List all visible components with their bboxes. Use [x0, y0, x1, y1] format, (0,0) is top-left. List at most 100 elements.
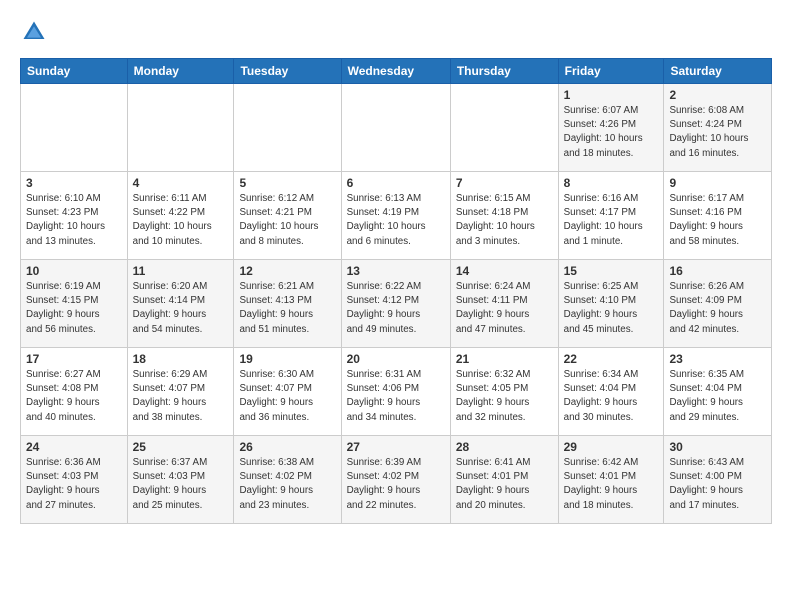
header-day-friday: Friday — [558, 59, 664, 84]
day-number: 17 — [26, 352, 122, 366]
week-row-5: 24 Sunrise: 6:36 AM Sunset: 4:03 PM Dayli… — [21, 436, 772, 524]
day-info: Sunrise: 6:27 AM Sunset: 4:08 PM Dayligh… — [26, 368, 122, 425]
calendar-cell: 20 Sunrise: 6:31 AM Sunset: 4:06 PM Dayli… — [341, 348, 450, 436]
day-number: 30 — [669, 440, 766, 454]
calendar-cell: 8 Sunrise: 6:16 AM Sunset: 4:17 PM Daylig… — [558, 172, 664, 260]
calendar-cell: 5 Sunrise: 6:12 AM Sunset: 4:21 PM Daylig… — [234, 172, 341, 260]
calendar-cell: 10Sunrise: 6:19 AM Sunset: 4:15 PM Dayli… — [21, 260, 128, 348]
day-number: 27 — [347, 440, 445, 454]
header-day-tuesday: Tuesday — [234, 59, 341, 84]
day-number: 28 — [456, 440, 553, 454]
calendar-cell: 23Sunrise: 6:35 AM Sunset: 4:04 PM Dayli… — [664, 348, 772, 436]
logo-icon — [20, 18, 48, 46]
day-number: 18 — [133, 352, 229, 366]
calendar-cell: 22 Sunrise: 6:34 AM Sunset: 4:04 PM Dayli… — [558, 348, 664, 436]
calendar-table: SundayMondayTuesdayWednesdayThursdayFrid… — [20, 58, 772, 524]
calendar-cell: 21 Sunrise: 6:32 AM Sunset: 4:05 PM Dayli… — [450, 348, 558, 436]
day-number: 21 — [456, 352, 553, 366]
day-number: 24 — [26, 440, 122, 454]
calendar-cell: 29Sunrise: 6:42 AM Sunset: 4:01 PM Dayli… — [558, 436, 664, 524]
day-info: Sunrise: 6:12 AM Sunset: 4:21 PM Dayligh… — [239, 192, 335, 249]
calendar-cell: 12Sunrise: 6:21 AM Sunset: 4:13 PM Dayli… — [234, 260, 341, 348]
calendar-cell: 1 Sunrise: 6:07 AM Sunset: 4:26 PM Daylig… — [558, 84, 664, 172]
calendar-cell: 28 Sunrise: 6:41 AM Sunset: 4:01 PM Dayli… — [450, 436, 558, 524]
day-number: 26 — [239, 440, 335, 454]
header-row: SundayMondayTuesdayWednesdayThursdayFrid… — [21, 59, 772, 84]
week-row-2: 3 Sunrise: 6:10 AM Sunset: 4:23 PM Daylig… — [21, 172, 772, 260]
day-number: 3 — [26, 176, 122, 190]
calendar-cell: 25 Sunrise: 6:37 AM Sunset: 4:03 PM Dayli… — [127, 436, 234, 524]
header-day-monday: Monday — [127, 59, 234, 84]
day-info: Sunrise: 6:16 AM Sunset: 4:17 PM Dayligh… — [564, 192, 659, 249]
day-info: Sunrise: 6:39 AM Sunset: 4:02 PM Dayligh… — [347, 456, 445, 513]
week-row-1: 1 Sunrise: 6:07 AM Sunset: 4:26 PM Daylig… — [21, 84, 772, 172]
day-info: Sunrise: 6:25 AM Sunset: 4:10 PM Dayligh… — [564, 280, 659, 337]
day-info: Sunrise: 6:13 AM Sunset: 4:19 PM Dayligh… — [347, 192, 445, 249]
day-number: 13 — [347, 264, 445, 278]
day-info: Sunrise: 6:29 AM Sunset: 4:07 PM Dayligh… — [133, 368, 229, 425]
day-number: 9 — [669, 176, 766, 190]
day-info: Sunrise: 6:31 AM Sunset: 4:06 PM Dayligh… — [347, 368, 445, 425]
calendar-cell: 4 Sunrise: 6:11 AM Sunset: 4:22 PM Daylig… — [127, 172, 234, 260]
day-number: 19 — [239, 352, 335, 366]
calendar-header: SundayMondayTuesdayWednesdayThursdayFrid… — [21, 59, 772, 84]
day-info: Sunrise: 6:10 AM Sunset: 4:23 PM Dayligh… — [26, 192, 122, 249]
day-number: 1 — [564, 88, 659, 102]
day-info: Sunrise: 6:20 AM Sunset: 4:14 PM Dayligh… — [133, 280, 229, 337]
day-info: Sunrise: 6:34 AM Sunset: 4:04 PM Dayligh… — [564, 368, 659, 425]
page: SundayMondayTuesdayWednesdayThursdayFrid… — [0, 0, 792, 534]
day-info: Sunrise: 6:08 AM Sunset: 4:24 PM Dayligh… — [669, 104, 766, 161]
header-day-sunday: Sunday — [21, 59, 128, 84]
calendar-cell — [341, 84, 450, 172]
calendar-body: 1 Sunrise: 6:07 AM Sunset: 4:26 PM Daylig… — [21, 84, 772, 524]
calendar-cell — [127, 84, 234, 172]
day-number: 8 — [564, 176, 659, 190]
day-number: 5 — [239, 176, 335, 190]
logo — [20, 18, 52, 46]
day-info: Sunrise: 6:19 AM Sunset: 4:15 PM Dayligh… — [26, 280, 122, 337]
day-number: 2 — [669, 88, 766, 102]
calendar-cell: 13 Sunrise: 6:22 AM Sunset: 4:12 PM Dayli… — [341, 260, 450, 348]
day-info: Sunrise: 6:07 AM Sunset: 4:26 PM Dayligh… — [564, 104, 659, 161]
day-info: Sunrise: 6:11 AM Sunset: 4:22 PM Dayligh… — [133, 192, 229, 249]
calendar-cell — [450, 84, 558, 172]
day-number: 25 — [133, 440, 229, 454]
day-info: Sunrise: 6:32 AM Sunset: 4:05 PM Dayligh… — [456, 368, 553, 425]
day-info: Sunrise: 6:41 AM Sunset: 4:01 PM Dayligh… — [456, 456, 553, 513]
day-info: Sunrise: 6:17 AM Sunset: 4:16 PM Dayligh… — [669, 192, 766, 249]
calendar-cell: 14Sunrise: 6:24 AM Sunset: 4:11 PM Dayli… — [450, 260, 558, 348]
header-day-saturday: Saturday — [664, 59, 772, 84]
day-number: 23 — [669, 352, 766, 366]
week-row-3: 10Sunrise: 6:19 AM Sunset: 4:15 PM Dayli… — [21, 260, 772, 348]
calendar-cell: 17 Sunrise: 6:27 AM Sunset: 4:08 PM Dayli… — [21, 348, 128, 436]
header-day-thursday: Thursday — [450, 59, 558, 84]
day-number: 7 — [456, 176, 553, 190]
day-info: Sunrise: 6:30 AM Sunset: 4:07 PM Dayligh… — [239, 368, 335, 425]
week-row-4: 17 Sunrise: 6:27 AM Sunset: 4:08 PM Dayli… — [21, 348, 772, 436]
day-number: 4 — [133, 176, 229, 190]
day-number: 15 — [564, 264, 659, 278]
day-number: 22 — [564, 352, 659, 366]
day-number: 14 — [456, 264, 553, 278]
day-info: Sunrise: 6:22 AM Sunset: 4:12 PM Dayligh… — [347, 280, 445, 337]
day-info: Sunrise: 6:26 AM Sunset: 4:09 PM Dayligh… — [669, 280, 766, 337]
day-number: 11 — [133, 264, 229, 278]
calendar-cell: 19 Sunrise: 6:30 AM Sunset: 4:07 PM Dayli… — [234, 348, 341, 436]
calendar-cell: 9 Sunrise: 6:17 AM Sunset: 4:16 PM Daylig… — [664, 172, 772, 260]
day-number: 16 — [669, 264, 766, 278]
header-day-wednesday: Wednesday — [341, 59, 450, 84]
day-info: Sunrise: 6:37 AM Sunset: 4:03 PM Dayligh… — [133, 456, 229, 513]
day-info: Sunrise: 6:36 AM Sunset: 4:03 PM Dayligh… — [26, 456, 122, 513]
calendar-cell — [21, 84, 128, 172]
calendar-cell: 18 Sunrise: 6:29 AM Sunset: 4:07 PM Dayli… — [127, 348, 234, 436]
day-number: 12 — [239, 264, 335, 278]
calendar-cell: 26Sunrise: 6:38 AM Sunset: 4:02 PM Dayli… — [234, 436, 341, 524]
calendar-cell: 27 Sunrise: 6:39 AM Sunset: 4:02 PM Dayli… — [341, 436, 450, 524]
day-number: 20 — [347, 352, 445, 366]
calendar-cell: 30 Sunrise: 6:43 AM Sunset: 4:00 PM Dayli… — [664, 436, 772, 524]
calendar-cell: 11 Sunrise: 6:20 AM Sunset: 4:14 PM Dayli… — [127, 260, 234, 348]
calendar-cell: 6Sunrise: 6:13 AM Sunset: 4:19 PM Daylig… — [341, 172, 450, 260]
day-info: Sunrise: 6:43 AM Sunset: 4:00 PM Dayligh… — [669, 456, 766, 513]
calendar-cell: 7Sunrise: 6:15 AM Sunset: 4:18 PM Daylig… — [450, 172, 558, 260]
calendar-cell: 15 Sunrise: 6:25 AM Sunset: 4:10 PM Dayli… — [558, 260, 664, 348]
